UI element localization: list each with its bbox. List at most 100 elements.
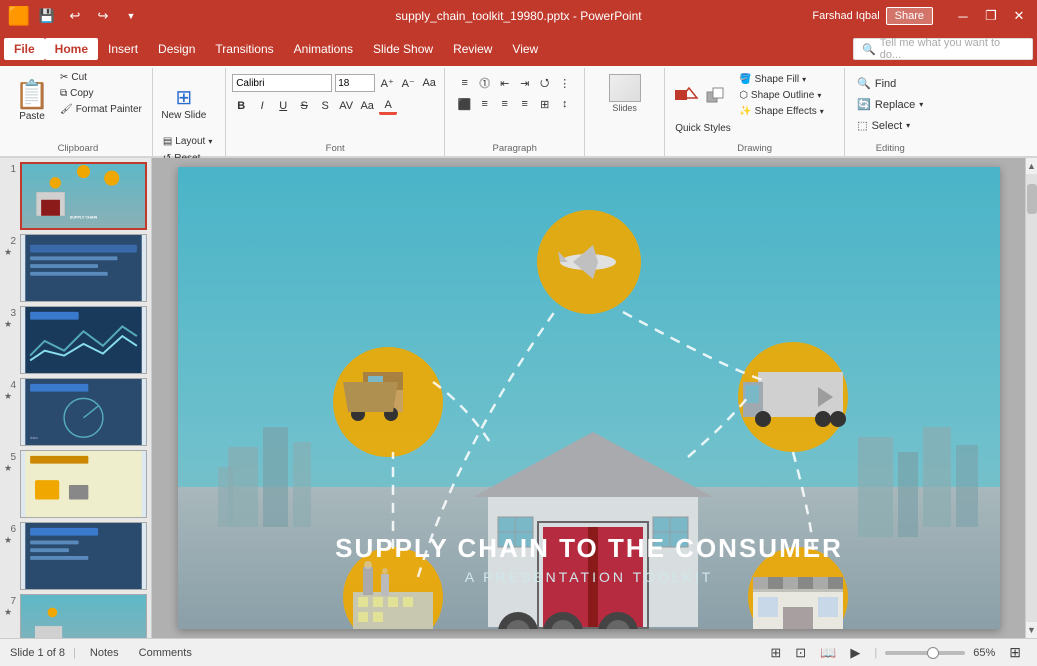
decrease-font-button[interactable]: A⁻ <box>399 74 417 92</box>
shape-effects-button[interactable]: ✨ Shape Effects▾ <box>735 104 828 119</box>
text-direction-button[interactable]: ⭯ <box>536 74 554 92</box>
slide-preview-5[interactable] <box>20 450 147 518</box>
vertical-scrollbar[interactable]: ▲ ▼ <box>1025 158 1037 638</box>
shape-fill-button[interactable]: 🪣 Shape Fill▾ <box>735 72 828 87</box>
tell-me-input[interactable]: 🔍 Tell me what you want to do... <box>853 38 1033 60</box>
bullets-button[interactable]: ≡ <box>456 74 474 92</box>
layout-button[interactable]: ▤ Layout ▾ <box>159 134 217 149</box>
save-icon[interactable]: 💾 <box>36 5 58 27</box>
svg-text:SUPPLY CHAIN TO THE CONSUMER: SUPPLY CHAIN TO THE CONSUMER <box>335 533 843 563</box>
svg-text:A PRESENTATION TOOLKIT: A PRESENTATION TOOLKIT <box>464 569 713 585</box>
presentation-view-button[interactable]: ▶ <box>844 643 866 663</box>
shapes-button[interactable] <box>671 81 701 111</box>
minimize-button[interactable]: ─ <box>953 6 973 26</box>
format-painter-button[interactable]: 🖌 Format Painter <box>56 102 146 117</box>
menu-slideshow[interactable]: Slide Show <box>363 38 443 60</box>
slide-thumb-6[interactable]: 6 ★ <box>4 522 147 590</box>
replace-button[interactable]: 🔄 Replace▾ <box>851 95 929 114</box>
copy-button[interactable]: ⧉ Copy <box>56 86 146 101</box>
slides-group: ⊞ New Slide ▤ Layout ▾ ↺ Reset ☰ Section… <box>153 68 226 156</box>
select-button[interactable]: ⬚ Select▾ <box>851 116 916 135</box>
increase-font-button[interactable]: A⁺ <box>378 74 396 92</box>
normal-view-button[interactable]: ⊞ <box>764 643 787 663</box>
slide-preview-6[interactable] <box>20 522 147 590</box>
effects-icon: ✨ <box>739 106 751 117</box>
slide-preview-2[interactable] <box>20 234 147 302</box>
slide-thumb-2[interactable]: 2 ★ <box>4 234 147 302</box>
cut-button[interactable]: ✂ Cut <box>56 70 146 85</box>
main-area: 1 SUPPLY CHAIN 2 ★ <box>0 158 1037 638</box>
slide-preview-4[interactable]: data <box>20 378 147 446</box>
columns-button[interactable]: ⊞ <box>536 95 554 113</box>
zoom-thumb[interactable] <box>927 647 939 659</box>
restore-button[interactable]: ❐ <box>981 6 1001 26</box>
scroll-thumb[interactable] <box>1027 184 1037 214</box>
user-label[interactable]: Farshad Iqbal <box>812 10 879 22</box>
menu-home[interactable]: Home <box>45 38 98 60</box>
menu-view[interactable]: View <box>502 38 548 60</box>
font-color-button[interactable]: A <box>379 97 397 115</box>
title-bar: 🟧 💾 ↩ ↪ ▼ supply_chain_toolkit_19980.ppt… <box>0 0 1037 32</box>
paste-button[interactable]: 📋 Paste <box>10 70 54 130</box>
underline-button[interactable]: U <box>274 97 292 115</box>
font-name-input[interactable] <box>232 74 332 92</box>
slide-preview-7[interactable]: SUPPLY CHAIN <box>20 594 147 638</box>
menu-insert[interactable]: Insert <box>98 38 148 60</box>
menu-design[interactable]: Design <box>148 38 205 60</box>
increase-indent-button[interactable]: ⇥ <box>516 74 534 92</box>
convert-smartart-button[interactable]: ⋮ <box>556 74 574 92</box>
menu-animations[interactable]: Animations <box>284 38 363 60</box>
strikethrough-button[interactable]: S <box>295 97 313 115</box>
new-slide-button[interactable]: ⊞ New Slide <box>159 74 209 132</box>
zoom-slider[interactable] <box>885 651 965 655</box>
notes-button[interactable]: Notes <box>84 645 125 661</box>
slide-num-3: 3 <box>4 306 16 319</box>
share-button[interactable]: Share <box>886 7 933 25</box>
scroll-up-button[interactable]: ▲ <box>1026 158 1037 174</box>
slide-thumb-1[interactable]: 1 SUPPLY CHAIN <box>4 162 147 230</box>
find-button[interactable]: 🔍 Find <box>851 74 902 93</box>
view-buttons: ⊞ ⊡ 📖 ▶ <box>764 643 866 663</box>
slide-thumb-5[interactable]: 5 ★ <box>4 450 147 518</box>
line-spacing-button[interactable]: ↕ <box>556 95 574 113</box>
slide-thumb-3[interactable]: 3 ★ <box>4 306 147 374</box>
menu-transitions[interactable]: Transitions <box>205 38 283 60</box>
fit-slide-button[interactable]: ⊞ <box>1003 642 1027 663</box>
close-button[interactable]: ✕ <box>1009 6 1029 26</box>
italic-button[interactable]: I <box>253 97 271 115</box>
slide-sorter-button[interactable]: ⊡ <box>789 643 812 663</box>
quick-styles-button[interactable]: Quick Styles <box>671 121 735 136</box>
justify-button[interactable]: ≡ <box>516 95 534 113</box>
find-icon: 🔍 <box>857 77 871 90</box>
clear-format-button[interactable]: Aa <box>420 74 438 92</box>
scroll-down-button[interactable]: ▼ <box>1026 622 1037 638</box>
customize-icon[interactable]: ▼ <box>120 5 142 27</box>
font-size-input[interactable] <box>335 74 375 92</box>
clipboard-group: 📋 Paste ✂ Cut ⧉ Copy 🖌 Format Painter Cl… <box>4 68 153 156</box>
slide-thumb-7[interactable]: 7 ★ SUPPLY CHAIN <box>4 594 147 638</box>
decrease-indent-button[interactable]: ⇤ <box>496 74 514 92</box>
change-case-button[interactable]: Aa <box>358 97 376 115</box>
align-center-button[interactable]: ≡ <box>476 95 494 113</box>
menu-review[interactable]: Review <box>443 38 502 60</box>
redo-icon[interactable]: ↪ <box>92 5 114 27</box>
slide-layout-preview[interactable] <box>609 74 641 102</box>
slide-num-7: 7 <box>4 594 16 607</box>
scroll-track[interactable] <box>1026 174 1037 622</box>
reading-view-button[interactable]: 📖 <box>814 643 842 663</box>
slide-preview-1[interactable]: SUPPLY CHAIN <box>20 162 147 230</box>
numbering-button[interactable]: ⓵ <box>476 74 494 92</box>
slide-thumb-4[interactable]: 4 ★ data <box>4 378 147 446</box>
undo-icon[interactable]: ↩ <box>64 5 86 27</box>
menu-file[interactable]: File <box>4 38 45 60</box>
slide-preview-3[interactable] <box>20 306 147 374</box>
text-shadow-button[interactable]: S <box>316 97 334 115</box>
shape-outline-button[interactable]: ⬡ Shape Outline▾ <box>735 88 828 103</box>
bold-button[interactable]: B <box>232 97 250 115</box>
align-left-button[interactable]: ⬛ <box>456 95 474 113</box>
comments-button[interactable]: Comments <box>133 645 198 661</box>
align-right-button[interactable]: ≡ <box>496 95 514 113</box>
char-spacing-button[interactable]: AV <box>337 97 355 115</box>
slide-canvas[interactable]: SUPPLY CHAIN TO THE CONSUMER A PRESENTAT… <box>178 167 1000 629</box>
arrange-button[interactable] <box>703 81 733 111</box>
